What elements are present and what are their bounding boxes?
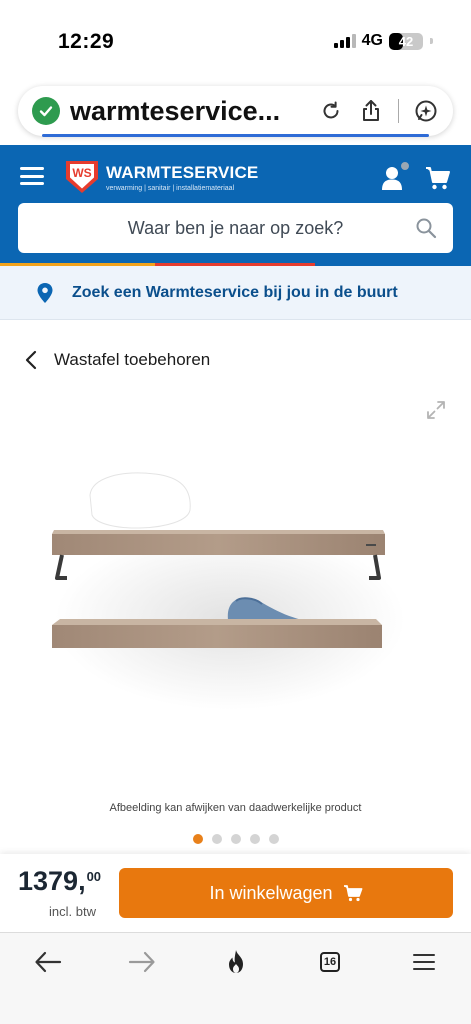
- cart-icon: [343, 884, 363, 902]
- logo-text: WARMTESERVICE verwarming | sanitair | in…: [106, 163, 258, 192]
- brand-tagline: verwarming | sanitair | installatiemater…: [106, 184, 235, 192]
- carousel-dot[interactable]: [211, 834, 222, 844]
- search-placeholder: Waar ben je naar op zoek?: [127, 217, 344, 238]
- store-finder-text: Zoek een Warmteservice bij jou in de buu…: [72, 283, 398, 301]
- carousel-dots: [0, 834, 471, 844]
- battery-level: 42: [398, 33, 414, 49]
- menu-icon[interactable]: [20, 167, 44, 185]
- search-input[interactable]: Waar ben je naar op zoek?: [18, 203, 453, 253]
- header-actions: [381, 161, 451, 191]
- account-icon[interactable]: [381, 161, 410, 191]
- status-indicators: 4G 42: [333, 32, 433, 50]
- network-type: 4G: [361, 32, 383, 49]
- image-disclaimer: Afbeelding kan afwijken van daadwerkelij…: [109, 802, 362, 814]
- site-logo[interactable]: WS WARMTESERVICE verwarming | sanitair |…: [64, 159, 258, 195]
- url-bar-actions: [318, 98, 439, 124]
- price-vat-note: incl. btw: [49, 904, 96, 919]
- breadcrumb[interactable]: Wastafel toebehoren: [24, 350, 210, 370]
- search-icon[interactable]: [415, 217, 437, 239]
- tabs-count: 16: [320, 952, 340, 972]
- product-price: 1379, 00: [18, 866, 101, 897]
- chevron-left-icon[interactable]: [24, 350, 38, 370]
- brand-name: WARMTESERVICE: [106, 162, 259, 182]
- forward-arrow-icon[interactable]: [127, 947, 157, 977]
- browser-url-bar[interactable]: warmteservice...: [18, 86, 453, 137]
- cart-icon[interactable]: [425, 165, 451, 191]
- flame-icon[interactable]: [221, 947, 251, 977]
- sticky-price-bar: 1379, 00 incl. btw In winkelwagen: [0, 854, 471, 932]
- price-cents: 00: [86, 869, 102, 884]
- site-header: WS WARMTESERVICE verwarming | sanitair |…: [0, 145, 471, 263]
- status-time: 12:29: [58, 30, 115, 53]
- url-text[interactable]: warmteservice...: [70, 96, 318, 127]
- browser-menu-icon[interactable]: [409, 947, 439, 977]
- carousel-dot[interactable]: [268, 834, 279, 844]
- sparkle-chat-icon[interactable]: [413, 98, 439, 124]
- location-pin-icon: [36, 282, 54, 304]
- carousel-dot[interactable]: [249, 834, 260, 844]
- browser-toolbar: 16: [0, 932, 471, 1024]
- store-finder-banner[interactable]: Zoek een Warmteservice bij jou in de buu…: [0, 266, 471, 320]
- battery-tip: [430, 38, 433, 44]
- price-main: 1379,: [18, 866, 86, 896]
- status-bar: 12:29 4G 42: [0, 0, 471, 80]
- carousel-dot[interactable]: [230, 834, 241, 844]
- shield-check-icon[interactable]: [32, 97, 60, 125]
- expand-image-icon[interactable]: [426, 400, 446, 420]
- logo-mark: WS: [64, 159, 100, 195]
- product-image[interactable]: [40, 470, 420, 720]
- carousel-dot[interactable]: [192, 834, 203, 844]
- breadcrumb-category[interactable]: Wastafel toebehoren: [54, 350, 210, 370]
- tabs-icon[interactable]: 16: [315, 947, 345, 977]
- logo-letters: WS: [72, 166, 91, 180]
- reload-icon[interactable]: [318, 98, 344, 124]
- url-bar-divider: [398, 99, 399, 123]
- account-status-badge: [400, 161, 410, 171]
- back-arrow-icon[interactable]: [33, 947, 63, 977]
- add-to-cart-button[interactable]: In winkelwagen: [119, 868, 453, 918]
- cellular-signal-icon: [333, 34, 356, 48]
- add-to-cart-label: In winkelwagen: [209, 882, 333, 903]
- share-icon[interactable]: [358, 98, 384, 124]
- battery-icon: 42: [389, 32, 423, 50]
